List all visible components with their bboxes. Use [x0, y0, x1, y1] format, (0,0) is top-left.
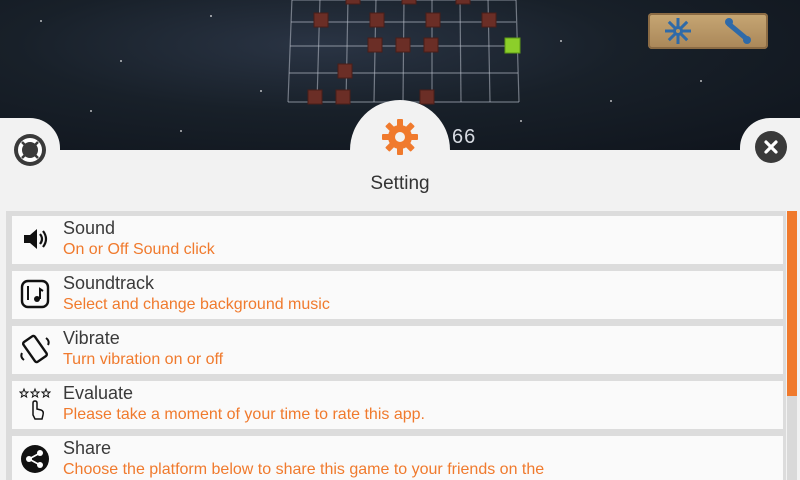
tools-panel [648, 13, 768, 49]
help-button[interactable] [14, 134, 46, 166]
setting-title: Soundtrack [63, 273, 155, 293]
setting-soundtrack[interactable]: Soundtrack Select and change background … [12, 271, 783, 319]
close-icon [764, 140, 778, 154]
list-scrollbar[interactable] [787, 211, 797, 480]
setting-subtitle: Select and change background music [63, 296, 330, 313]
setting-title: Sound [63, 218, 116, 238]
setting-subtitle: On or Off Sound click [63, 241, 215, 258]
setting-subtitle: Please take a moment of your time to rat… [63, 406, 425, 423]
setting-sound[interactable]: Sound On or Off Sound click [12, 216, 783, 264]
wrench-tool-icon[interactable] [723, 16, 753, 46]
gear-icon [382, 119, 418, 155]
setting-subtitle: Choose the platform below to share this … [63, 461, 545, 478]
rate-stars-icon [18, 387, 52, 421]
setting-subtitle: Turn vibration on or off [63, 351, 224, 368]
page-title: Setting [370, 173, 430, 194]
speaker-icon [18, 222, 52, 256]
gear-tool-icon[interactable] [663, 16, 693, 46]
setting-share[interactable]: Share Choose the platform below to share… [12, 436, 783, 480]
setting-title: Vibrate [63, 328, 120, 348]
music-note-icon [18, 277, 52, 311]
setting-evaluate[interactable]: Evaluate Please take a moment of your ti… [12, 381, 783, 429]
setting-vibrate[interactable]: Vibrate Turn vibration on or off [12, 326, 783, 374]
setting-title: Evaluate [63, 383, 134, 403]
score-counter: 66 [452, 126, 477, 148]
scrollbar-thumb[interactable] [787, 211, 797, 396]
close-button[interactable] [755, 131, 787, 163]
share-icon [18, 442, 52, 476]
lifebuoy-icon [18, 138, 42, 162]
settings-list[interactable]: Sound On or Off Sound click Soundtrack S… [6, 211, 786, 480]
player-cube[interactable] [504, 37, 521, 54]
setting-title: Share [63, 438, 112, 458]
phone-vibrate-icon [18, 332, 52, 366]
